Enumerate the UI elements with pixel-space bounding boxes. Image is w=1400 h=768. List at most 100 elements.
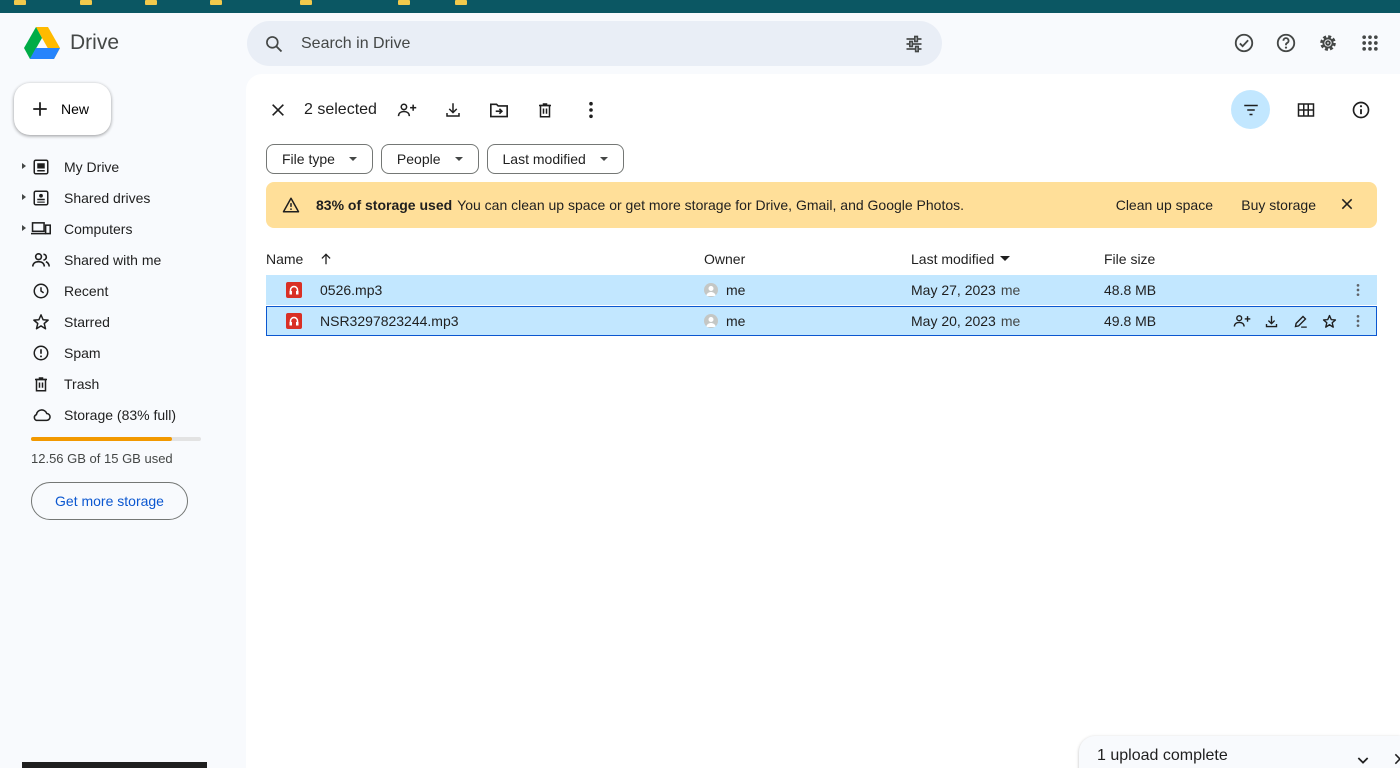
sort-arrow-up-icon[interactable]	[319, 252, 333, 266]
sidebar-item-label: Recent	[64, 282, 109, 299]
file-name[interactable]: 0526.mp3	[320, 282, 382, 298]
sort-dropdown-icon[interactable]	[1000, 256, 1011, 261]
sidebar-nav: My Drive Shared drives Computers Shared …	[0, 151, 240, 430]
avatar	[704, 283, 718, 297]
dropdown-arrow-icon	[454, 157, 463, 161]
column-header-label: Owner	[704, 250, 746, 267]
cloud-icon	[31, 405, 51, 425]
chevron-down-icon[interactable]	[1355, 752, 1371, 768]
more-actions-icon[interactable]	[1349, 312, 1367, 330]
get-more-storage-button[interactable]: Get more storage	[31, 482, 188, 520]
close-icon[interactable]	[1393, 752, 1400, 766]
share-person-add-icon[interactable]	[395, 98, 419, 122]
shared-drives-icon	[31, 188, 51, 208]
spam-icon	[31, 343, 51, 363]
search-input[interactable]	[301, 34, 902, 53]
close-icon[interactable]	[1340, 197, 1356, 213]
new-button[interactable]: New	[14, 83, 111, 135]
column-header-name[interactable]: Name	[266, 251, 333, 267]
sidebar-item-label: Trash	[64, 375, 100, 392]
bottom-edge-bar	[22, 762, 207, 768]
info-icon[interactable]	[1341, 90, 1380, 129]
bookmark-folder-icon[interactable]	[455, 0, 467, 5]
row-actions	[1233, 312, 1367, 330]
bookmark-folder-icon[interactable]	[398, 0, 410, 5]
sidebar-item-label: Storage (83% full)	[64, 406, 177, 423]
download-icon[interactable]	[441, 98, 465, 122]
filter-chip-people[interactable]: People	[380, 144, 479, 174]
ready-for-offline-icon[interactable]	[1232, 31, 1256, 55]
sidebar-item-my-drive[interactable]: My Drive	[0, 151, 240, 182]
modified-cell: May 20, 2023 me	[911, 313, 1020, 329]
sidebar-item-shared-with-me[interactable]: Shared with me	[0, 244, 240, 275]
plus-icon	[33, 102, 47, 116]
move-to-folder-icon[interactable]	[487, 98, 511, 122]
modified-by: me	[1000, 282, 1021, 298]
sidebar-item-storage[interactable]: Storage (83% full)	[0, 399, 240, 430]
sidebar-item-spam[interactable]: Spam	[0, 337, 240, 368]
upload-status-text: 1 upload complete	[1097, 747, 1228, 764]
download-icon[interactable]	[1262, 312, 1280, 330]
sidebar-item-starred[interactable]: Starred	[0, 306, 240, 337]
new-button-label: New	[61, 101, 90, 117]
table-row[interactable]: 0526.mp3 me May 27, 2023 me 48.8 MB	[266, 275, 1377, 305]
sidebar-item-label: Starred	[64, 313, 110, 330]
drive-triangle-icon	[24, 27, 60, 59]
chip-label: Last modified	[502, 151, 586, 167]
sidebar-item-recent[interactable]: Recent	[0, 275, 240, 306]
search-icon[interactable]	[263, 33, 285, 55]
trash-icon	[31, 374, 51, 394]
help-icon[interactable]	[1274, 31, 1298, 55]
sidebar-item-computers[interactable]: Computers	[0, 213, 240, 244]
share-person-add-icon[interactable]	[1233, 312, 1251, 330]
row-actions	[1349, 281, 1367, 299]
star-icon[interactable]	[1320, 312, 1338, 330]
trash-icon[interactable]	[533, 98, 557, 122]
modified-cell: May 27, 2023 me	[911, 282, 1020, 298]
storage-usage-text: 12.56 GB of 15 GB used	[31, 451, 173, 466]
sidebar-item-trash[interactable]: Trash	[0, 368, 240, 399]
expand-caret-icon[interactable]	[22, 225, 26, 231]
audio-file-icon	[286, 313, 302, 329]
selection-toolbar: 2 selected	[266, 94, 603, 126]
more-actions-icon[interactable]	[579, 98, 603, 122]
apps-grid-icon[interactable]	[1358, 31, 1382, 55]
column-header-file-size[interactable]: File size	[1104, 251, 1155, 267]
filter-chip-file-type[interactable]: File type	[266, 144, 373, 174]
file-size: 48.8 MB	[1104, 282, 1157, 298]
file-name[interactable]: NSR3297823244.mp3	[320, 313, 459, 329]
filter-chip-last-modified[interactable]: Last modified	[486, 144, 624, 174]
column-header-owner[interactable]: Owner	[704, 251, 745, 267]
buy-storage-button[interactable]: Buy storage	[1241, 197, 1316, 213]
grid-layout-icon[interactable]	[1286, 90, 1325, 129]
expand-caret-icon[interactable]	[22, 194, 26, 200]
bookmark-folder-icon[interactable]	[80, 0, 92, 5]
settings-gear-icon[interactable]	[1316, 31, 1340, 55]
clear-selection-close-icon[interactable]	[266, 98, 290, 122]
sidebar-item-shared-drives[interactable]: Shared drives	[0, 182, 240, 213]
column-header-label: File size	[1104, 250, 1156, 267]
dropdown-arrow-icon	[348, 157, 357, 161]
bookmark-folder-icon[interactable]	[145, 0, 157, 5]
filter-icon[interactable]	[1231, 90, 1270, 129]
bookmark-folder-icon[interactable]	[210, 0, 222, 5]
upload-status-panel[interactable]: 1 upload complete	[1079, 736, 1400, 768]
bookmark-folder-icon[interactable]	[14, 0, 26, 5]
search-options-icon[interactable]	[902, 32, 926, 56]
table-row[interactable]: NSR3297823244.mp3 me May 20, 2023 me 49.…	[266, 306, 1377, 336]
clean-up-space-button[interactable]: Clean up space	[1116, 197, 1213, 213]
search-bar[interactable]	[247, 21, 942, 66]
column-header-label: Name	[266, 250, 304, 267]
column-header-last-modified[interactable]: Last modified	[911, 251, 1011, 267]
bookmark-folder-icon[interactable]	[300, 0, 312, 5]
view-controls	[1231, 90, 1380, 129]
star-icon	[31, 312, 51, 332]
filter-chips: File type People Last modified	[266, 144, 624, 174]
more-actions-icon[interactable]	[1349, 281, 1367, 299]
audio-file-icon	[286, 282, 302, 298]
clock-icon	[31, 281, 51, 301]
rename-pencil-icon[interactable]	[1291, 312, 1309, 330]
expand-caret-icon[interactable]	[22, 163, 26, 169]
drive-logo[interactable]: Drive	[24, 27, 119, 59]
avatar	[704, 314, 718, 328]
